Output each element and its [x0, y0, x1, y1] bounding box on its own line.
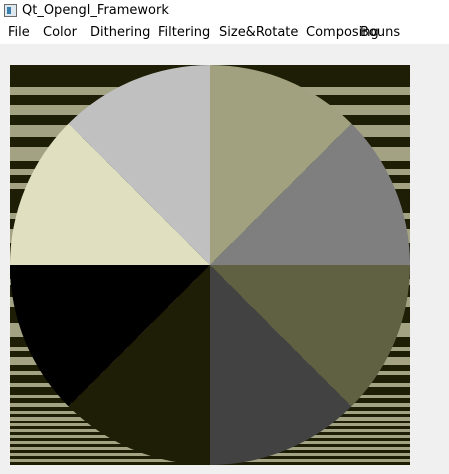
menubar: File Color Dithering Filtering Size&Rota… — [0, 22, 449, 44]
app-window-icon — [4, 4, 17, 17]
window-titlebar: Qt_Opengl_Framework — [0, 0, 449, 22]
menu-bouns[interactable]: Bouns — [360, 25, 400, 40]
canvas-image — [10, 65, 410, 465]
menu-filtering[interactable]: Filtering — [158, 25, 210, 40]
menu-size-rotate[interactable]: Size&Rotate — [219, 25, 298, 40]
opengl-canvas[interactable] — [10, 65, 410, 465]
pie-wheel — [10, 65, 410, 465]
menu-color[interactable]: Color — [43, 25, 77, 40]
menu-file[interactable]: File — [8, 25, 30, 40]
window-title: Qt_Opengl_Framework — [22, 3, 169, 18]
menu-dithering[interactable]: Dithering — [90, 25, 150, 40]
